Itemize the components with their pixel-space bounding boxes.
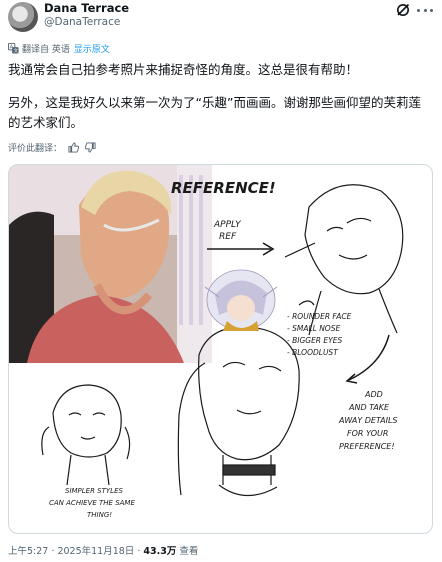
more-icon[interactable]	[417, 3, 433, 17]
anime-reference-image	[204, 269, 278, 331]
artwork-note: - BLOODLUST	[287, 348, 339, 357]
artwork-detail: PREFERENCE!	[339, 442, 395, 451]
views-label: 查看	[179, 546, 199, 557]
rate-translation-row: 评价此翻译：	[8, 141, 96, 154]
author-display-name[interactable]: Dana Terrace	[44, 1, 129, 15]
translate-icon: A 文	[8, 42, 19, 54]
tweet-date[interactable]: 2025年11月18日	[57, 546, 134, 557]
translation-row: A 文 翻译自 英语 显示原文	[8, 42, 110, 55]
thumbs-down-icon[interactable]	[85, 141, 96, 153]
artwork-detail: FOR YOUR	[347, 429, 388, 438]
thumbs-up-icon[interactable]	[68, 141, 80, 153]
tweet-footer: 上午5:27 · 2025年11月18日 · 43.3万 查看	[8, 543, 198, 557]
artwork-simpler: THING!	[87, 511, 112, 519]
tweet-header: Dana Terrace @DanaTerrace	[0, 0, 442, 36]
footer-separator: ·	[137, 546, 141, 557]
artwork-apply-ref-line1: APPLY	[213, 220, 242, 230]
artwork-detail: AWAY DETAILS	[338, 416, 397, 425]
grok-icon[interactable]	[396, 3, 410, 17]
sketch-artwork: REFERENCE! APPLY REF - ROUNDER FACE - SM…	[41, 179, 404, 519]
artwork-title: REFERENCE!	[171, 179, 276, 197]
artwork-note: - SMALL NOSE	[287, 324, 340, 333]
author-handle[interactable]: @DanaTerrace	[44, 16, 120, 28]
artwork-apply-ref-line2: REF	[219, 232, 237, 242]
rate-translation-label: 评价此翻译：	[8, 143, 63, 154]
translated-from-label: 翻译自 英语	[22, 44, 70, 55]
artwork-detail: AND TAKE	[348, 403, 390, 412]
artwork-simpler: CAN ACHIEVE THE SAME	[49, 499, 135, 507]
artwork-note: - ROUNDER FACE	[287, 312, 352, 321]
tweet-media-image[interactable]: REFERENCE! APPLY REF - ROUNDER FACE - SM…	[8, 164, 433, 534]
tweet-time[interactable]: 上午5:27	[8, 546, 48, 557]
artwork-note: - BIGGER EYES	[287, 336, 342, 345]
tweet-paragraph-2: 另外，这是我好久以来第一次为了“乐趣”而画画。谢谢那些画仰望的芙莉莲的艺术家们。	[8, 95, 421, 130]
footer-separator: ·	[51, 546, 55, 557]
artwork-detail: ADD	[364, 390, 383, 399]
avatar[interactable]	[8, 2, 38, 32]
views-count: 43.3万	[143, 546, 177, 557]
artwork-simpler: SIMPLER STYLES	[65, 487, 123, 495]
show-original-link[interactable]: 显示原文	[74, 42, 110, 55]
tweet-paragraph-1: 我通常会自己拍参考照片来捕捉奇怪的角度。这总是很有帮助！	[8, 62, 359, 77]
